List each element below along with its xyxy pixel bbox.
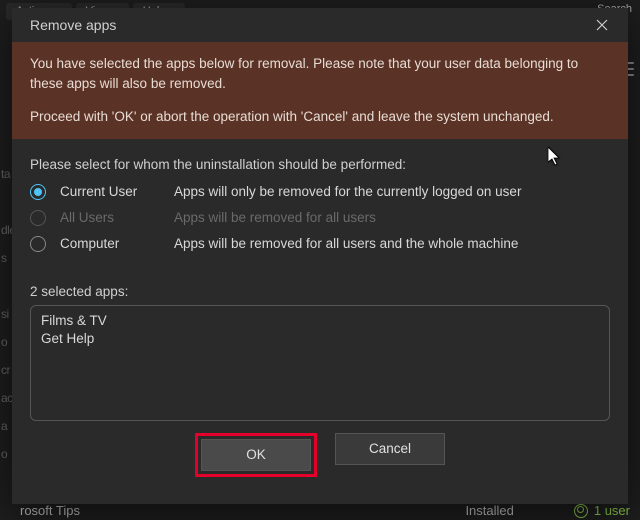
close-button[interactable] <box>588 14 616 36</box>
list-item[interactable]: Get Help <box>41 330 599 348</box>
radio-computer[interactable] <box>30 236 46 252</box>
radio-all-users <box>30 210 46 226</box>
radio-current-user[interactable] <box>30 184 46 200</box>
bg-app-name: rosoft Tips <box>20 503 80 518</box>
radio-row-all-users: All Users Apps will be removed for all u… <box>30 210 610 226</box>
radio-desc-computer: Apps will be removed for all users and t… <box>174 236 518 251</box>
remove-apps-dialog: Remove apps You have selected the apps b… <box>12 8 628 504</box>
dialog-body: Please select for whom the uninstallatio… <box>12 139 628 504</box>
dialog-title: Remove apps <box>30 17 116 33</box>
bg-status: Installed <box>465 503 513 518</box>
cancel-button[interactable]: Cancel <box>335 433 445 465</box>
close-icon <box>596 19 608 31</box>
warning-text-2: Proceed with 'OK' or abort the operation… <box>30 107 610 127</box>
list-item[interactable]: Films & TV <box>41 312 599 330</box>
dialog-buttons: OK Cancel <box>30 421 610 483</box>
warning-text-1: You have selected the apps below for rem… <box>30 54 610 93</box>
dialog-header: Remove apps <box>12 8 628 42</box>
radio-row-computer[interactable]: Computer Apps will be removed for all us… <box>30 236 610 252</box>
bg-bottom-row: rosoft Tips Installed 1 user <box>20 503 630 518</box>
selected-apps-list[interactable]: Films & TV Get Help <box>30 305 610 421</box>
radio-desc-current-user: Apps will only be removed for the curren… <box>174 184 521 199</box>
radio-label-current-user: Current User <box>60 184 160 199</box>
radio-desc-all-users: Apps will be removed for all users <box>174 210 376 225</box>
bg-user-count: 1 user <box>574 503 630 518</box>
user-icon <box>574 504 588 518</box>
scope-prompt: Please select for whom the uninstallatio… <box>30 157 610 172</box>
ok-highlight: OK <box>195 433 317 477</box>
radio-label-computer: Computer <box>60 236 160 251</box>
selected-apps-count: 2 selected apps: <box>30 284 610 299</box>
warning-panel: You have selected the apps below for rem… <box>12 42 628 139</box>
ok-button[interactable]: OK <box>201 439 311 471</box>
radio-label-all-users: All Users <box>60 210 160 225</box>
radio-row-current-user[interactable]: Current User Apps will only be removed f… <box>30 184 610 200</box>
